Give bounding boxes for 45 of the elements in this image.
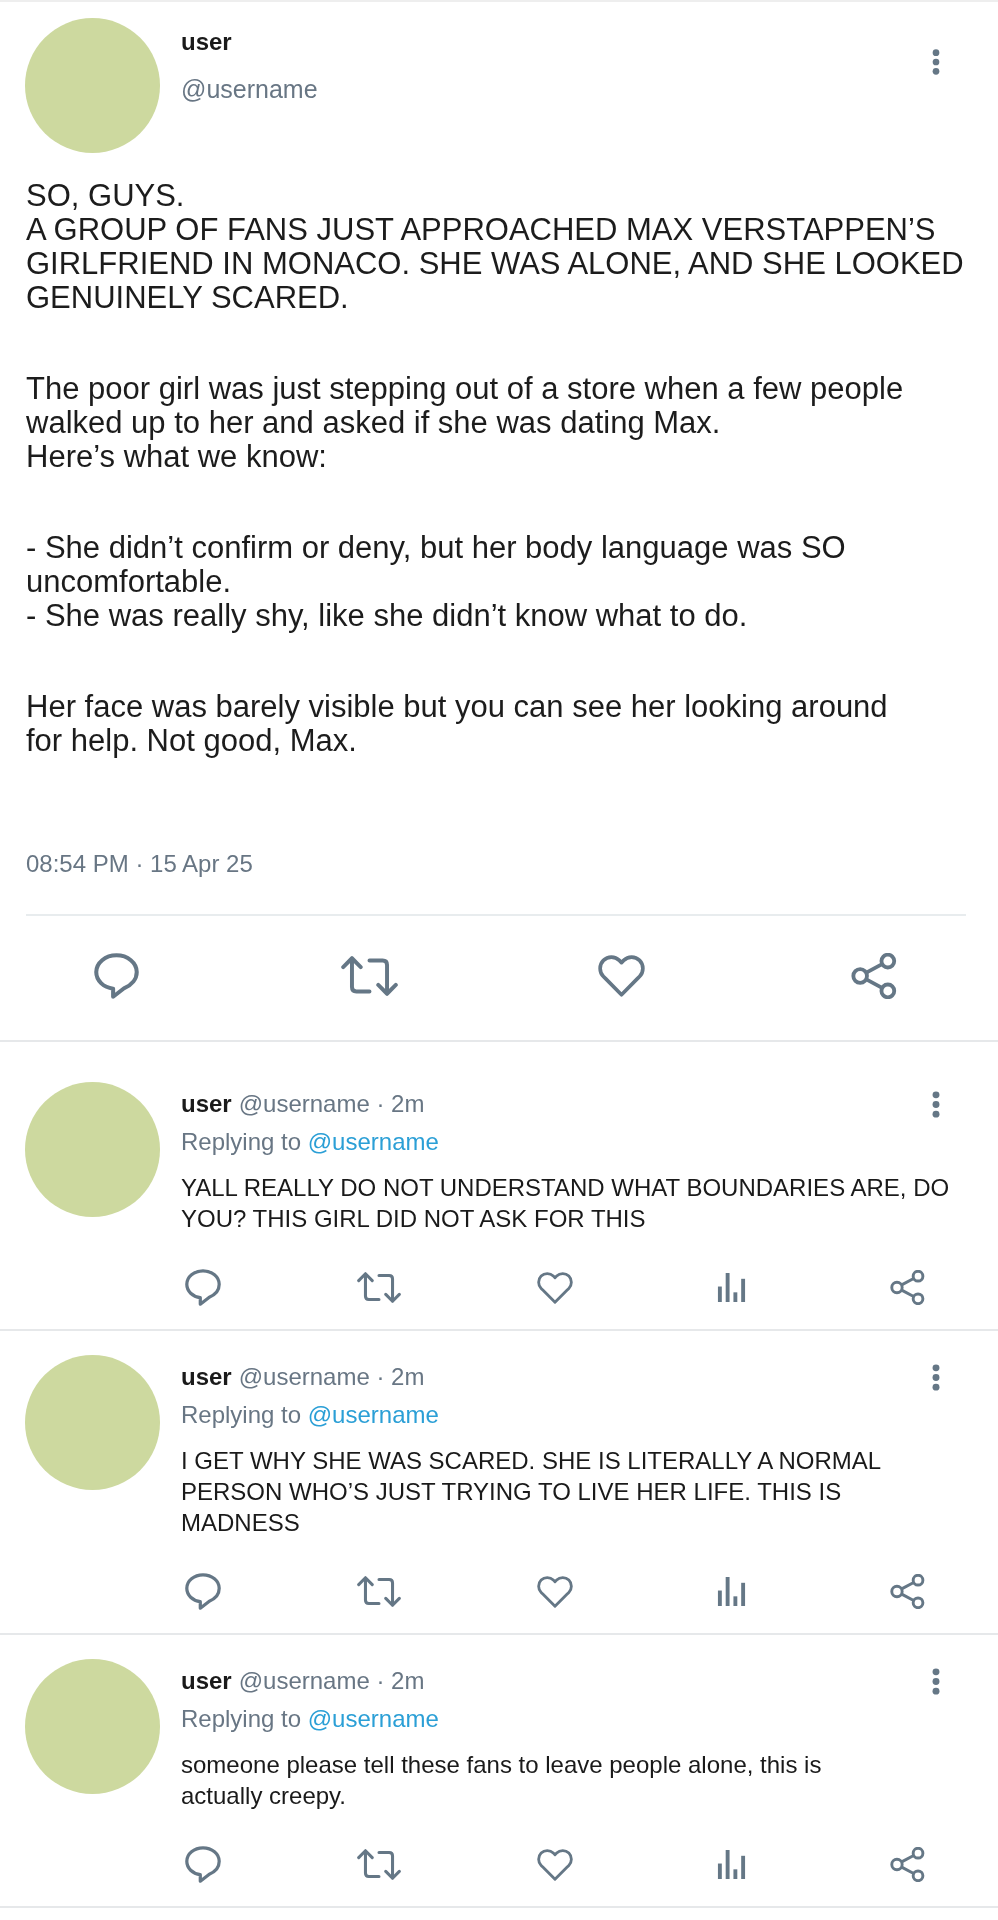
speech-bubble-icon[interactable]	[94, 953, 139, 999]
replying-to-text: Replying to @username	[181, 1704, 439, 1734]
speech-bubble-icon[interactable]	[185, 1846, 221, 1883]
author-handle: @username	[181, 75, 318, 103]
mention-link[interactable]: @username	[307, 1705, 439, 1732]
heart-icon[interactable]	[537, 1271, 573, 1304]
author-name: user	[181, 1362, 232, 1392]
post-paragraph: The poor girl was just stepping out of a store when a few people walked up to her and asked if she was dating Max. Here’s what we know:	[26, 372, 905, 474]
handle-and-time: @username · 2m	[238, 1362, 425, 1392]
author-name: user	[181, 1089, 232, 1119]
more-options-icon[interactable]	[932, 1090, 940, 1118]
heart-icon[interactable]	[598, 955, 646, 997]
repost-arrows-icon[interactable]	[340, 956, 398, 996]
handle-and-time: @username · 2m	[238, 1089, 425, 1119]
author-name: user	[181, 28, 232, 56]
mention-link[interactable]: @username	[307, 1401, 439, 1428]
post-paragraph: - She didn’t confirm or deny, but her body language was SO uncomfortable. - She was really shy, like she didn’t know what to do.	[26, 531, 847, 633]
heart-icon[interactable]	[537, 1848, 573, 1881]
bar-chart-icon[interactable]	[715, 1850, 747, 1879]
repost-arrows-icon[interactable]	[357, 1272, 401, 1303]
repost-arrows-icon[interactable]	[357, 1576, 401, 1607]
mention-link[interactable]: @username	[307, 1128, 439, 1155]
handle-and-time: @username · 2m	[238, 1666, 425, 1696]
repost-arrows-icon[interactable]	[357, 1849, 401, 1880]
post-timestamp: 08:54 PM · 15 Apr 25	[26, 850, 253, 878]
post-paragraph: SO, GUYS. A GROUP OF FANS JUST APPROACHED MAX VERSTAPPEN’S GIRLFRIEND IN MONACO. SHE WAS ALONE, AND SHE LOOKED GENUINELY SCARED.	[26, 179, 965, 315]
heart-icon[interactable]	[537, 1575, 573, 1608]
speech-bubble-icon[interactable]	[185, 1269, 221, 1306]
replying-to-text: Replying to @username	[181, 1400, 439, 1430]
share-icon[interactable]	[889, 1270, 925, 1305]
reply-text: YALL REALLY DO NOT UNDERSTAND WHAT BOUNDARIES ARE, DO YOU? THIS GIRL DID NOT ASK FOR THIS	[181, 1173, 950, 1234]
bar-chart-icon[interactable]	[715, 1273, 747, 1302]
author-name: user	[181, 1666, 232, 1696]
share-icon[interactable]	[889, 1847, 925, 1882]
bar-chart-icon[interactable]	[715, 1577, 747, 1606]
reply-text: someone please tell these fans to leave people alone, this is actually creepy.	[181, 1750, 822, 1811]
share-icon[interactable]	[889, 1574, 925, 1609]
reply-text: I GET WHY SHE WAS SCARED. SHE IS LITERALLY A NORMAL PERSON WHO’S JUST TRYING TO LIVE HER LIFE. THIS IS MADNESS	[181, 1446, 882, 1538]
more-options-icon[interactable]	[932, 1363, 940, 1391]
speech-bubble-icon[interactable]	[185, 1573, 221, 1610]
replying-to-text: Replying to @username	[181, 1127, 439, 1157]
post-paragraph: Her face was barely visible but you can see her looking around for help. Not good, Max.	[26, 690, 889, 758]
more-options-icon[interactable]	[932, 49, 940, 75]
more-options-icon[interactable]	[932, 1667, 940, 1695]
share-icon[interactable]	[851, 953, 898, 999]
